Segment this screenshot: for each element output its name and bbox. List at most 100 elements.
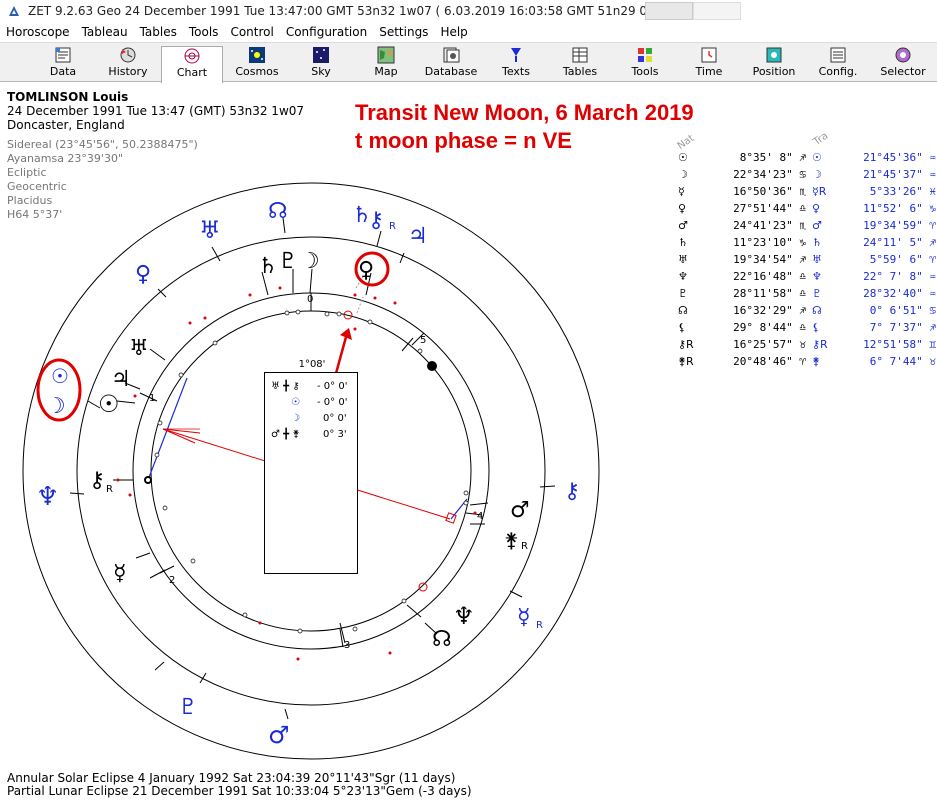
map-button[interactable]: Map xyxy=(355,46,417,80)
chart-info: TOMLINSON Louis 24 December 1991 Tue 13:… xyxy=(7,90,304,132)
house-number-5: 5 xyxy=(420,335,426,346)
position-icon xyxy=(766,47,782,63)
birth-datetime: 24 December 1991 Tue 13:47 (GMT) 53n32 1… xyxy=(7,104,305,118)
tables-icon xyxy=(572,47,588,63)
history-button[interactable]: History xyxy=(97,46,159,80)
natal-sun-glyph[interactable]: ☉ xyxy=(98,390,120,418)
chart-view: 0 1 2 3 4 5 ♅ ♀ ☊ ♄ ⚷ R ♃ ♆ ⚷ ☿ R ♇ ♂ ♄ … xyxy=(0,83,937,800)
lunar-eclipse-line: Partial Lunar Eclipse 21 December 1991 S… xyxy=(7,784,472,798)
window-title: ZET 9.2.63 Geo 24 December 1991 Tue 13:4… xyxy=(28,4,677,18)
annotation-line-2: t moon phase = n VE xyxy=(355,128,572,153)
texts-button[interactable]: Texts xyxy=(485,46,547,80)
menu-control[interactable]: Control xyxy=(224,25,279,39)
menu-tableau[interactable]: Tableau xyxy=(76,25,134,39)
setting-ayanamsa: Ayanamsa 23°39'30" xyxy=(7,152,123,165)
transit-mercury-glyph[interactable]: ☿ xyxy=(517,605,531,630)
svg-text:R: R xyxy=(389,221,396,232)
transit-chiron-glyph[interactable]: ⚷ xyxy=(368,208,384,233)
sky-button[interactable]: Sky xyxy=(290,46,352,80)
transit-moon-glyph[interactable]: ☽ xyxy=(46,394,66,419)
title-field xyxy=(645,2,693,20)
table-row: ♀ 27°51'44" ♎ ♀ 11°52' 6" ♑ xyxy=(678,202,936,215)
natal-chiron-glyph[interactable]: ⚷ xyxy=(89,468,105,493)
natal-uranus-glyph[interactable]: ♅ xyxy=(129,336,149,361)
history-icon xyxy=(120,47,136,63)
table-row: ☽ 22°34'23" ♋ ☽ 21°45'37" ♒ xyxy=(678,168,936,181)
selector-button[interactable]: Selector xyxy=(872,46,934,80)
menu-configuration[interactable]: Configuration xyxy=(280,25,373,39)
menu-help[interactable]: Help xyxy=(434,25,473,39)
tools-icon xyxy=(638,48,652,62)
eclipse-info: Annular Solar Eclipse 4 January 1992 Sat… xyxy=(7,772,472,798)
cosmos-button[interactable]: Cosmos xyxy=(226,46,288,80)
time-icon xyxy=(701,47,717,63)
person-name: TOMLINSON Louis xyxy=(7,90,129,104)
tools-button[interactable]: Tools xyxy=(614,46,676,80)
natal-saturn-glyph[interactable]: ♄ xyxy=(258,254,278,279)
menu-tools[interactable]: Tools xyxy=(183,25,225,39)
chart-settings: Sidereal (23°45'56", 50.2388475") Ayanam… xyxy=(7,138,198,222)
aspect-row: ☉ - 0° 0' xyxy=(291,397,348,408)
time-button[interactable]: Time xyxy=(678,46,740,80)
natal-mercury-glyph[interactable]: ☿ xyxy=(113,561,127,586)
transit-uranus-glyph[interactable]: ♅ xyxy=(199,216,221,244)
natal-pluto-glyph[interactable]: ♇ xyxy=(278,249,298,274)
house-number-4: 4 xyxy=(477,511,483,522)
sky-icon xyxy=(313,47,329,63)
texts-icon xyxy=(511,48,521,62)
annotation-line-1: Transit New Moon, 6 March 2019 xyxy=(355,100,694,125)
natal-jupiter-glyph[interactable]: ♃ xyxy=(111,367,131,392)
chart-icon xyxy=(184,48,200,64)
aspect-row: ♅ ╋ ⚷ - 0° 0' xyxy=(271,381,348,392)
transit-sun-glyph[interactable]: ☉ xyxy=(51,364,69,388)
menu-settings[interactable]: Settings xyxy=(373,25,434,39)
transit-chiron-2-glyph[interactable]: ⚷ xyxy=(564,479,580,504)
natal-node-glyph[interactable]: ☊ xyxy=(432,627,452,652)
svg-text:R: R xyxy=(106,484,113,495)
transit-pluto-glyph[interactable]: ♇ xyxy=(178,695,198,720)
aspect-row: ♂ ╋ ⚵ 0° 3' xyxy=(271,429,347,440)
house-number-3: 3 xyxy=(344,640,350,651)
setting-house-system: Placidus xyxy=(7,194,53,207)
transit-venus-glyph[interactable]: ♀ xyxy=(135,262,151,287)
aspect-row: ☽ 0° 0' xyxy=(291,413,347,424)
transit-neptune-glyph[interactable]: ♆ xyxy=(36,482,59,512)
natal-moon-glyph[interactable]: ☽ xyxy=(300,249,320,274)
transit-jupiter-glyph[interactable]: ♃ xyxy=(408,224,428,249)
birth-place: Doncaster, England xyxy=(7,118,125,132)
natal-neptune-glyph[interactable]: ♆ xyxy=(453,602,475,630)
database-button[interactable]: Database xyxy=(420,46,482,80)
table-row: ♆ 22°16'48" ♎ ♆ 22° 7' 8" ♒ xyxy=(678,270,936,283)
svg-text:R: R xyxy=(536,620,543,631)
menu-bar: Horoscope Tableau Tables Tools Control C… xyxy=(0,22,937,42)
setting-coordinates: Ecliptic xyxy=(7,166,47,179)
house-number-0: 0 xyxy=(307,294,313,305)
menu-horoscope[interactable]: Horoscope xyxy=(0,25,76,39)
selector-icon xyxy=(895,47,911,63)
setting-harmonic: H64 5°37' xyxy=(7,208,63,221)
table-row: ☉ 8°35' 8" ♐ ☉ 21°45'36" ♒ xyxy=(678,151,936,164)
natal-mars-glyph[interactable]: ♂ xyxy=(510,498,530,523)
menu-tables[interactable]: Tables xyxy=(134,25,183,39)
table-row: ⚵R 20°48'46" ♈ ⚵ 6° 7'44" ♉ xyxy=(678,355,936,368)
house-number-2: 2 xyxy=(169,575,175,586)
data-icon xyxy=(55,47,71,63)
table-row: ♂ 24°41'23" ♏ ♂ 19°34'59" ♈ xyxy=(678,219,936,232)
title-bar: ZET 9.2.63 Geo 24 December 1991 Tue 13:4… xyxy=(0,0,937,22)
table-row: ♇ 28°11'58" ♎ ♇ 28°32'40" ♒ xyxy=(678,287,936,300)
aspect-orb: 1°08' xyxy=(298,359,326,370)
position-button[interactable]: Position xyxy=(743,46,805,80)
tables-button[interactable]: Tables xyxy=(549,46,611,80)
database-icon xyxy=(443,47,460,63)
transit-mars-glyph[interactable]: ♂ xyxy=(268,721,290,749)
config-button[interactable]: Config. xyxy=(807,46,869,80)
transit-node-glyph[interactable]: ☊ xyxy=(268,199,288,224)
table-row: ⚷R 16°25'57" ♉ ⚷R 12°51'58" ♊ xyxy=(678,338,936,351)
data-button[interactable]: Data xyxy=(32,46,94,80)
table-row: ☿ 16°50'36" ♏ ☿R 5°33'26" ♓ xyxy=(678,185,936,198)
map-icon xyxy=(377,46,395,64)
cosmos-icon xyxy=(249,47,265,63)
annotation-text: Transit New Moon, 6 March 2019 t moon ph… xyxy=(355,99,694,155)
chart-button[interactable]: Chart xyxy=(161,46,223,83)
natal-vesta-glyph[interactable]: ⚵ xyxy=(504,528,519,552)
